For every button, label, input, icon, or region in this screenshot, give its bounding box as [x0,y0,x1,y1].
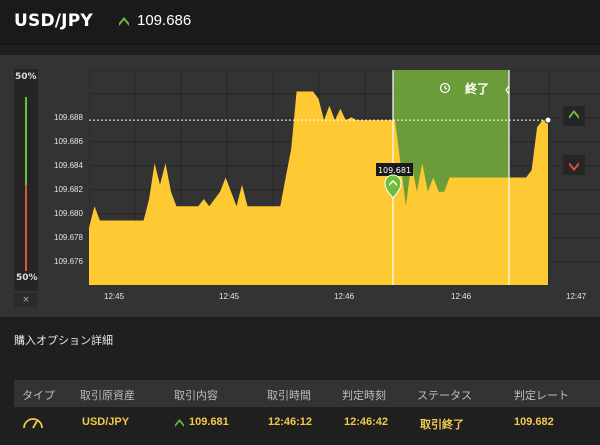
col-content: 取引内容 [174,389,218,402]
up-arrow-icon [119,17,129,26]
meter-low-bar [25,185,27,271]
cell-status: 取引終了 [420,419,464,431]
current-price: 109.686 [137,12,192,29]
y-tick-label: 109.686 [54,137,83,146]
col-status: ステータス [417,389,472,402]
trade-table: タイプ 取引原資産 取引内容 取引時間 判定時刻 ステータス 判定レート USD… [14,380,600,445]
table-header: タイプ 取引原資産 取引内容 取引時間 判定時刻 ステータス 判定レート [14,380,600,407]
meter-high-percent: 50% [15,72,37,82]
purchase-details-header: 購入オプション詳細 [0,324,600,354]
y-tick-label: 109.682 [54,185,83,194]
col-type: タイプ [22,389,55,402]
x-tick-label: 12:45 [219,292,240,301]
y-tick-label: 109.688 [54,113,83,122]
low-button[interactable] [563,155,585,175]
y-tick-label: 109.676 [54,257,83,266]
y-tick-label: 109.678 [54,233,83,242]
y-tick-label: 109.680 [54,209,83,218]
details-title: 購入オプション詳細 [14,334,113,347]
currency-pair: USD/JPY [14,11,93,31]
meter-high-bar [25,97,27,185]
meter-low-percent: 50% [16,273,38,283]
up-arrow-icon [569,110,579,119]
entry-marker-label: 109.681 [378,166,411,175]
col-asset: 取引原資産 [80,389,135,402]
table-row[interactable]: USD/JPY 109.681 12:46:12 12:46:42 取引終了 1… [14,407,600,437]
col-judge-rate: 判定レート [514,389,569,402]
gauge-icon [23,418,43,429]
x-tick-label: 12:45 [104,292,125,301]
x-tick-label: 12:47 [566,292,587,301]
chart-panel: 50% 50% × 109.688 109.686 109.684 109.68… [0,55,600,317]
cell-trade-time: 12:46:12 [268,416,313,428]
down-arrow-icon [569,162,579,171]
cell-judge-time: 12:46:42 [344,416,389,428]
x-tick-label: 12:46 [334,292,355,301]
cell-judge-rate: 109.682 [514,416,554,428]
col-judge-time: 判定時刻 [342,389,386,402]
price-chart[interactable]: 終了 109.681 [89,70,600,285]
x-tick-label: 12:46 [451,292,472,301]
header-bar: USD/JPY 109.686 [0,0,600,45]
current-price-dot [544,116,552,124]
meter-close-button[interactable]: × [14,293,38,307]
high-button[interactable] [563,106,585,126]
end-label: 終了 [465,81,489,96]
up-arrow-icon [175,419,184,427]
cell-asset: USD/JPY [82,416,130,428]
sentiment-meter: 50% 50% × [14,69,38,307]
cell-content: 109.681 [189,416,229,428]
col-trade-time: 取引時間 [267,389,311,402]
y-tick-label: 109.684 [54,161,83,170]
